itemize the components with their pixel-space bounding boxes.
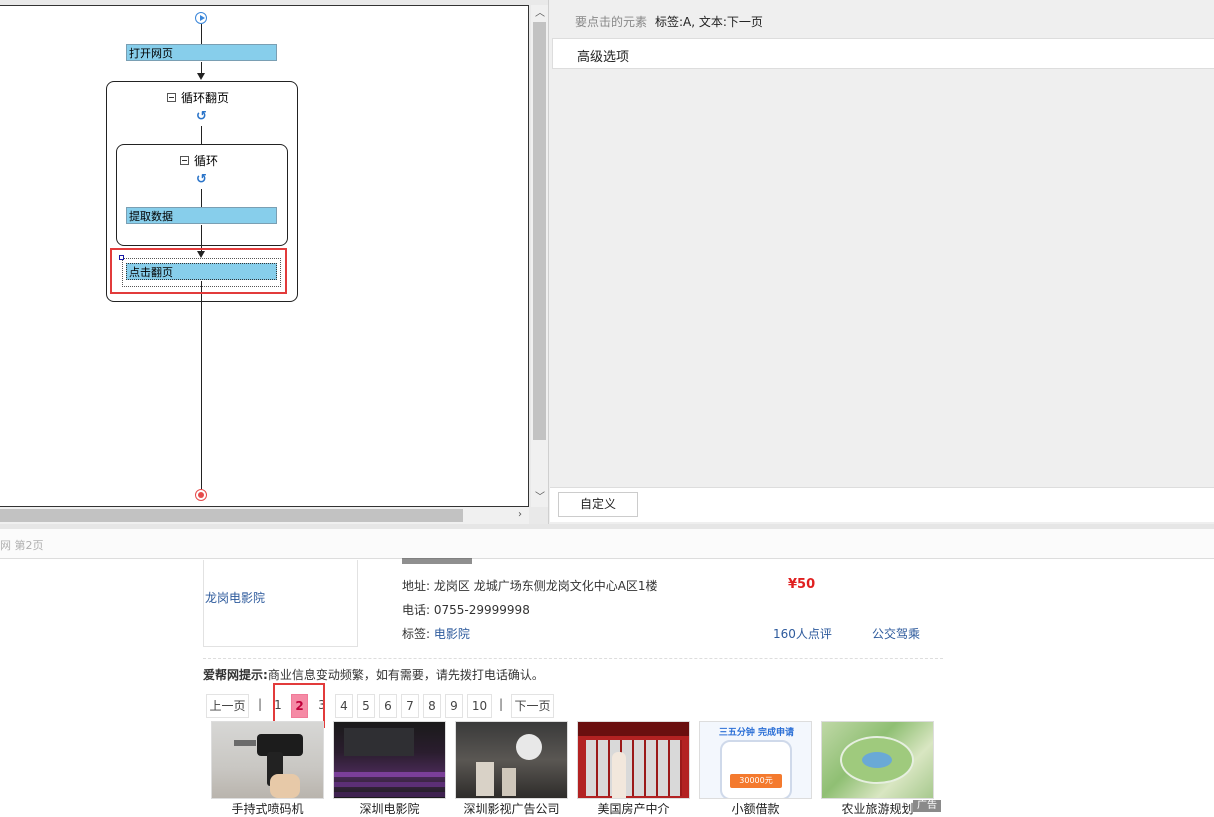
end-icon bbox=[195, 489, 207, 501]
scroll-down-icon[interactable]: ﹀ bbox=[535, 492, 545, 504]
ad-caption[interactable]: 手持式喷码机 bbox=[211, 800, 324, 817]
listing-name-link[interactable]: 龙岗电影院 bbox=[205, 589, 265, 606]
custom-bar bbox=[550, 487, 1214, 522]
pagination-separator: | bbox=[258, 697, 263, 711]
loop-title[interactable]: 循环 bbox=[180, 152, 218, 169]
advanced-options-bar[interactable] bbox=[552, 38, 1214, 69]
reviews-link[interactable]: 160人点评 bbox=[773, 625, 832, 642]
step-open-page[interactable]: 打开网页 bbox=[126, 44, 277, 61]
ad-thumb-loan[interactable]: 三五分钟 完成申请 30000元 bbox=[699, 721, 812, 799]
ad-tag: 广告 bbox=[913, 800, 941, 812]
address-label: 地址: bbox=[402, 579, 431, 593]
transit-link[interactable]: 公交驾乘 bbox=[872, 625, 920, 642]
notice-text: 商业信息变动频繁，如有需要，请先拨打电话确认。 bbox=[267, 668, 544, 682]
tag-link[interactable]: 电影院 bbox=[434, 627, 470, 641]
loop-pages-label: 循环翻页 bbox=[181, 91, 230, 105]
tags-line: 标签: 电影院 bbox=[402, 625, 470, 642]
custom-button[interactable]: 自定义 bbox=[558, 492, 638, 517]
browser-tab-title[interactable]: 网 第2页 bbox=[0, 537, 44, 553]
ad-thumb-realty[interactable] bbox=[577, 721, 690, 799]
page-10[interactable]: 10 bbox=[467, 694, 492, 718]
collapse-icon[interactable] bbox=[167, 93, 176, 102]
ad-caption[interactable]: 深圳影视广告公司 bbox=[455, 800, 568, 817]
page-6[interactable]: 6 bbox=[379, 694, 397, 718]
highlight-click-step bbox=[110, 248, 287, 294]
page-7[interactable]: 7 bbox=[401, 694, 419, 718]
phone-value: 0755-29999998 bbox=[433, 603, 530, 617]
prev-page-button[interactable]: 上一页 bbox=[206, 694, 249, 718]
page-4[interactable]: 4 bbox=[335, 694, 353, 718]
collapse-icon[interactable] bbox=[180, 156, 189, 165]
page-5[interactable]: 5 bbox=[357, 694, 375, 718]
cropped-heading bbox=[402, 558, 472, 564]
ad-caption[interactable]: 美国房产中介 bbox=[577, 800, 690, 817]
loop-label: 循环 bbox=[194, 154, 219, 168]
page-8[interactable]: 8 bbox=[423, 694, 441, 718]
page-9[interactable]: 9 bbox=[445, 694, 463, 718]
phone-line: 电话: 0755-29999998 bbox=[402, 601, 530, 618]
divider bbox=[203, 658, 943, 659]
scroll-up-icon[interactable]: ︿ bbox=[535, 8, 545, 20]
start-icon bbox=[195, 12, 207, 24]
clicked-element-label: 要点击的元素 bbox=[575, 15, 648, 29]
address-value: 龙岗区 龙城广场东侧龙岗文化中心A区1楼 bbox=[433, 579, 658, 593]
ad-thumb-sprayer[interactable] bbox=[211, 721, 324, 799]
loop-refresh-icon: ↺ bbox=[196, 109, 207, 124]
clicked-element-value: 标签:A, 文本:下一页 bbox=[655, 15, 763, 29]
ad-thumb-film-studio[interactable] bbox=[455, 721, 568, 799]
notice: 爱帮网提示:商业信息变动频繁，如有需要，请先拨打电话确认。 bbox=[203, 666, 544, 683]
tags-label: 标签: bbox=[402, 627, 431, 641]
ad-caption[interactable]: 深圳电影院 bbox=[333, 800, 446, 817]
vertical-scroll-thumb[interactable] bbox=[533, 22, 546, 440]
loan-amount-badge: 30000元 bbox=[730, 774, 782, 788]
loop-refresh-icon: ↺ bbox=[196, 172, 207, 187]
horizontal-scroll-thumb[interactable] bbox=[0, 509, 463, 522]
properties-panel bbox=[548, 0, 1214, 524]
ad-caption[interactable]: 小额借款 bbox=[699, 800, 812, 817]
address-line: 地址: 龙岗区 龙城广场东侧龙岗文化中心A区1楼 bbox=[402, 577, 658, 594]
loan-banner-text: 三五分钟 完成申请 bbox=[718, 728, 795, 738]
scroll-right-icon[interactable]: › bbox=[518, 509, 522, 521]
browser-tab-strip bbox=[0, 529, 1214, 559]
next-page-button[interactable]: 下一页 bbox=[511, 694, 554, 718]
ad-thumb-farm-plan[interactable] bbox=[821, 721, 934, 799]
loop-pages-title[interactable]: 循环翻页 bbox=[167, 89, 229, 106]
pagination-separator: | bbox=[499, 697, 504, 711]
price: ¥50 bbox=[788, 577, 816, 592]
advanced-options-label[interactable]: 高级选项 bbox=[577, 46, 629, 65]
step-extract-data[interactable]: 提取数据 bbox=[126, 207, 277, 224]
phone-label: 电话: bbox=[402, 603, 431, 617]
notice-title: 爱帮网提示: bbox=[203, 668, 268, 682]
ad-thumb-cinema[interactable] bbox=[333, 721, 446, 799]
